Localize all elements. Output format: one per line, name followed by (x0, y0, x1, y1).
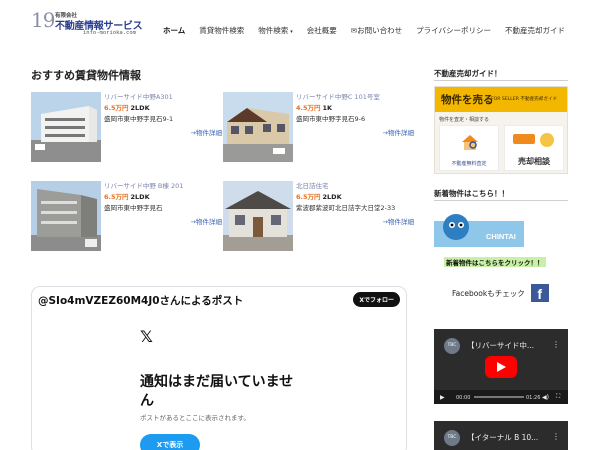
property-address: 紫波郡紫波町北日詰字大日堂2-33 (296, 204, 396, 212)
sidebar-divider (434, 200, 568, 201)
facebook-label: Facebookもチェック (452, 288, 525, 298)
nav-company[interactable]: 会社概要 (307, 25, 337, 36)
play-icon[interactable] (485, 356, 517, 378)
property-layout: 1K (322, 104, 333, 112)
property-card: リバーサイド中野 B棟 201 6.5万円 2LDK 盛岡市東中野字見石 →物件詳… (31, 181, 222, 253)
section-title: おすすめ賃貸物件情報 (31, 69, 141, 82)
main-nav: ホーム 賃貸物件検索 物件検索 ▾ 会社概要 ✉お問い合わせ プライバシーポリシー… (163, 25, 579, 36)
free-appraisal-label: 不動産無料査定 (451, 161, 487, 167)
video-title: 【イターナル B 10... (467, 433, 539, 442)
property-layout: 2LDK (322, 193, 342, 201)
guide-heading: 物件を売る (441, 94, 494, 106)
property-card: 北日詰住宅 6.5万円 2LDK 紫波郡紫波町北日詰字大日堂2-33 →物件詳細 (223, 181, 414, 253)
video-title: 【リバーサイド中... (467, 341, 535, 350)
more-icon[interactable]: ⋮ (552, 340, 560, 349)
site-header: 19 有限会社 不動産情報サービス info-morioka.com ホーム 賃… (0, 0, 600, 42)
property-name[interactable]: 北日詰住宅 (296, 181, 414, 192)
site-logo[interactable]: 19 有限会社 不動産情報サービス info-morioka.com (31, 10, 149, 38)
property-address: 盛岡市東中野字見石 (104, 204, 163, 212)
nav-privacy[interactable]: プライバシーポリシー (416, 25, 491, 36)
new-properties-link[interactable]: 新着物件はこちらをクリック！！ (444, 257, 546, 267)
property-detail-link[interactable]: →物件詳細 (104, 217, 222, 228)
chintai-banner[interactable]: CHINTAI (434, 211, 558, 251)
video-controls: ▶ 00:00 01:26 ◀) ⛶ (434, 390, 568, 404)
x-view-button[interactable]: Xで表示 (140, 434, 200, 450)
house-search-icon (462, 135, 478, 150)
logo-number: 19 (31, 8, 55, 32)
nav-property-search[interactable]: 物件検索 ▾ (258, 25, 293, 36)
sidebar-divider (434, 80, 568, 81)
chevron-down-icon: ▾ (290, 29, 293, 35)
facebook-link[interactable]: Facebookもチェック f (452, 284, 549, 302)
property-photo[interactable] (223, 92, 293, 162)
property-price: 6.5万円 (104, 193, 129, 201)
channel-avatar: TBC (444, 338, 460, 354)
x-empty-notice: 通知はまだ届いていません (140, 374, 294, 409)
property-detail-link[interactable]: →物件詳細 (296, 217, 414, 228)
nav-contact[interactable]: ✉お問い合わせ (351, 25, 402, 36)
channel-avatar: TBC (444, 430, 460, 446)
video-progress-track[interactable] (474, 396, 524, 398)
sale-consult-card[interactable]: 売却相談 (504, 125, 564, 171)
guide-subheading: FOR SELLER 不動産売却ガイド (491, 97, 558, 102)
property-photo[interactable] (223, 181, 293, 251)
property-price: 6.5万円 (104, 104, 129, 112)
chintai-text: CHINTAI (486, 232, 516, 241)
volume-icon[interactable]: ◀) (542, 394, 549, 401)
nav-rental-search[interactable]: 賃貸物件検索 (199, 25, 244, 36)
property-price: 6.5万円 (296, 193, 321, 201)
consult-icon (513, 133, 554, 147)
sidebar-new-title: 新着物件はこちら！！ (434, 189, 509, 198)
property-address: 盛岡市東中野字見石9-6 (296, 115, 366, 123)
sale-consult-label: 売却相談 (518, 157, 550, 166)
logo-url: info-morioka.com (83, 30, 136, 36)
x-timeline-embed: @SIo4mVZEZ60M4J0さんによるポスト Xでフォロー 𝕏 通知はまだ届… (31, 286, 407, 450)
sidebar-guide-title: 不動産売却ガイド！ (434, 69, 502, 78)
more-icon[interactable]: ⋮ (552, 432, 560, 441)
x-follow-button[interactable]: Xでフォロー (353, 292, 400, 307)
fullscreen-icon[interactable]: ⛶ (556, 393, 560, 401)
property-name[interactable]: リバーサイド中野 B棟 201 (104, 181, 222, 192)
youtube-video[interactable]: TBC 【イターナル B 10... ⋮ (434, 421, 568, 450)
sale-guide-banner[interactable]: 物件を売る FOR SELLER 不動産売却ガイド 物件を査定・相談する 不動産… (434, 86, 568, 174)
property-photo[interactable] (31, 92, 101, 162)
nav-sale-guide[interactable]: 不動産売却ガイド (505, 25, 565, 36)
property-price: 4.5万円 (296, 104, 321, 112)
property-card: リバーサイド中野A301 6.5万円 2LDK 盛岡市東中野字見石9-1 →物件詳… (31, 92, 222, 164)
video-time-start: 00:00 (456, 395, 471, 401)
youtube-video[interactable]: TBC 【リバーサイド中... ⋮ ▶ 00:00 01:26 ◀) ⛶ (434, 329, 568, 404)
property-layout: 2LDK (130, 104, 150, 112)
nav-home[interactable]: ホーム (163, 25, 185, 36)
property-address: 盛岡市東中野字見石9-1 (104, 115, 174, 123)
property-layout: 2LDK (130, 193, 150, 201)
x-empty-subtext: ポストがあるとここに表示されます。 (140, 414, 250, 422)
free-appraisal-card[interactable]: 不動産無料査定 (439, 125, 499, 171)
property-detail-link[interactable]: →物件詳細 (104, 128, 222, 139)
facebook-icon: f (530, 284, 549, 302)
property-name[interactable]: リバーサイド中野C 101号室 (296, 92, 414, 103)
video-time-end: 01:26 (526, 395, 541, 401)
x-embed-header[interactable]: @SIo4mVZEZ60M4J0さんによるポスト (38, 293, 243, 308)
property-detail-link[interactable]: →物件詳細 (296, 128, 414, 139)
play-small-icon[interactable]: ▶ (440, 394, 445, 401)
property-card: リバーサイド中野C 101号室 4.5万円 1K 盛岡市東中野字見石9-6 →物件… (223, 92, 414, 164)
guide-caption: 物件を査定・相談する (439, 117, 490, 123)
property-photo[interactable] (31, 181, 101, 251)
x-logo-icon: 𝕏 (140, 327, 153, 346)
property-name[interactable]: リバーサイド中野A301 (104, 92, 222, 103)
